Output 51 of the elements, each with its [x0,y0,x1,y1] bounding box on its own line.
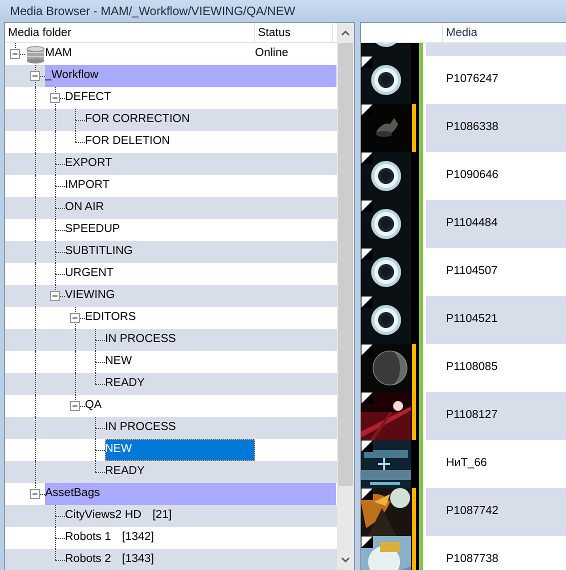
tree-item[interactable]: FOR DELETION [85,131,172,153]
media-item[interactable]: P1104521 [426,296,566,344]
chevron-down-icon [341,557,350,563]
media-item[interactable]: P1086338 [426,104,566,152]
collapse-icon[interactable] [70,401,81,412]
database-icon [25,44,45,64]
media-item[interactable]: P1104507 [426,248,566,296]
collapse-icon[interactable] [30,71,41,82]
collapse-icon[interactable] [30,489,41,500]
column-header[interactable]: Status [255,23,333,42]
tree-item[interactable]: AssetBags [45,483,336,505]
tree-item[interactable]: ON AIR [65,197,106,219]
tree-item[interactable]: NEW [105,439,255,461]
tree-item-label: Robots 1 [65,532,112,544]
tree-item-label: CityViews2 HD [65,510,142,522]
chevron-up-icon [341,30,350,36]
tree-item[interactable]: MAM [45,43,74,65]
column-header[interactable]: Media folder [5,23,255,42]
media-item[interactable]: P1108085 [426,344,566,392]
media-item[interactable]: P1087738 [426,536,566,570]
collapse-icon[interactable] [50,291,61,302]
tree-item[interactable]: SPEEDUP [65,219,122,241]
tree-item[interactable]: _Workflow [45,65,336,87]
tree-item[interactable]: IMPORT [65,175,112,197]
item-count: [21] [152,510,172,522]
tree-item[interactable]: READY [105,373,147,395]
tree-item[interactable]: EXPORT [65,153,114,175]
scrollbar[interactable] [337,23,354,570]
media-item[interactable]: P1076247 [426,56,566,104]
tree-item[interactable]: READY [105,461,147,483]
item-count: [1343] [122,554,154,566]
collapse-icon[interactable] [10,49,21,60]
tree-item[interactable]: Robots 1 [1342] [65,527,156,549]
tree-item[interactable]: EDITORS [85,307,138,329]
collapse-icon[interactable] [50,93,61,104]
tree-item[interactable]: VIEWING [65,285,117,307]
media-item[interactable]: P1108127 [426,392,566,440]
media-item[interactable]: P1090646 [426,152,566,200]
tree-item[interactable]: QA [85,395,104,417]
media-item[interactable]: P1104484 [426,200,566,248]
tree-item[interactable]: NEW [105,351,134,373]
tree-item[interactable]: DEFECT [65,87,113,109]
tree-item[interactable]: URGENT [65,263,116,285]
item-count: [1342] [122,532,154,544]
collapse-icon[interactable] [70,313,81,324]
scroll-thumb[interactable] [338,43,353,486]
status-text: Online [255,46,288,62]
media-item[interactable]: P1087742 [426,488,566,536]
column-header[interactable]: Media [443,23,478,42]
tree-item-label: Robots 2 [65,554,112,566]
media-item[interactable]: НиТ_66 [426,440,566,488]
